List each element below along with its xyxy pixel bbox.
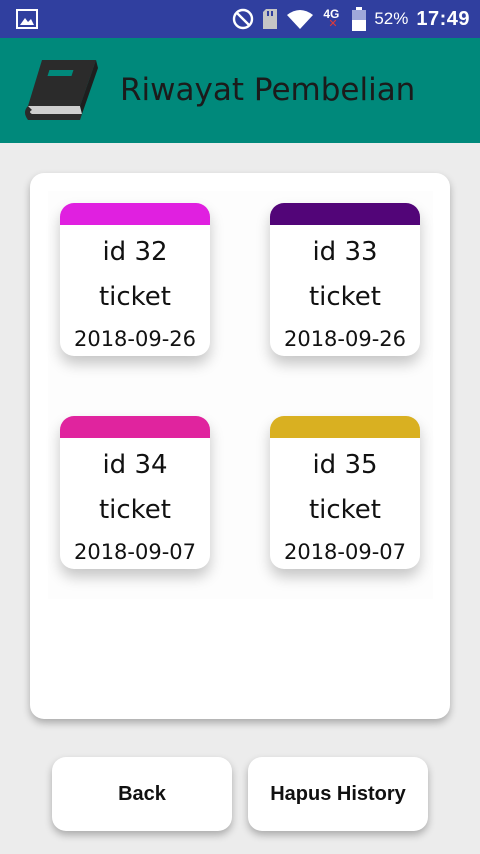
card-color-bar <box>60 203 210 225</box>
purchase-grid: id 32 ticket 2018-09-26 id 33 ticket 201… <box>48 191 433 599</box>
network-4g-icon: 4G ✕ <box>323 7 340 30</box>
card-color-bar <box>270 203 420 225</box>
card-type: ticket <box>308 495 382 525</box>
purchase-card[interactable]: id 33 ticket 2018-09-26 <box>270 203 420 356</box>
battery-icon <box>352 7 367 31</box>
do-not-disturb-icon <box>232 8 254 30</box>
sd-card-icon <box>262 8 278 30</box>
card-date: 2018-09-26 <box>283 327 407 351</box>
wifi-icon <box>286 8 314 30</box>
card-type: ticket <box>98 495 172 525</box>
card-id: id 33 <box>312 237 378 267</box>
purchase-card[interactable]: id 34 ticket 2018-09-07 <box>60 416 210 569</box>
card-type: ticket <box>98 282 172 312</box>
card-id: id 35 <box>312 450 378 480</box>
purchase-history-panel: id 32 ticket 2018-09-26 id 33 ticket 201… <box>30 173 450 719</box>
card-id: id 32 <box>102 237 168 267</box>
card-date: 2018-09-26 <box>73 327 197 351</box>
clock: 17:49 <box>416 7 470 30</box>
card-date: 2018-09-07 <box>73 540 197 564</box>
card-id: id 34 <box>102 450 168 480</box>
card-date: 2018-09-07 <box>283 540 407 564</box>
battery-percent: 52% <box>374 9 409 28</box>
card-type: ticket <box>308 282 382 312</box>
purchase-card[interactable]: id 32 ticket 2018-09-26 <box>60 203 210 356</box>
purchase-card[interactable]: id 35 ticket 2018-09-07 <box>270 416 420 569</box>
app-bar: Riwayat Pembelian <box>0 38 480 143</box>
card-color-bar <box>60 416 210 438</box>
book-icon <box>20 56 100 126</box>
image-icon <box>16 9 38 29</box>
clear-history-button[interactable]: Hapus History <box>248 757 428 831</box>
card-color-bar <box>270 416 420 438</box>
status-bar: 4G ✕ 52% 17:49 <box>0 0 480 38</box>
back-button[interactable]: Back <box>52 757 232 831</box>
page-title: Riwayat Pembelian <box>120 72 416 108</box>
